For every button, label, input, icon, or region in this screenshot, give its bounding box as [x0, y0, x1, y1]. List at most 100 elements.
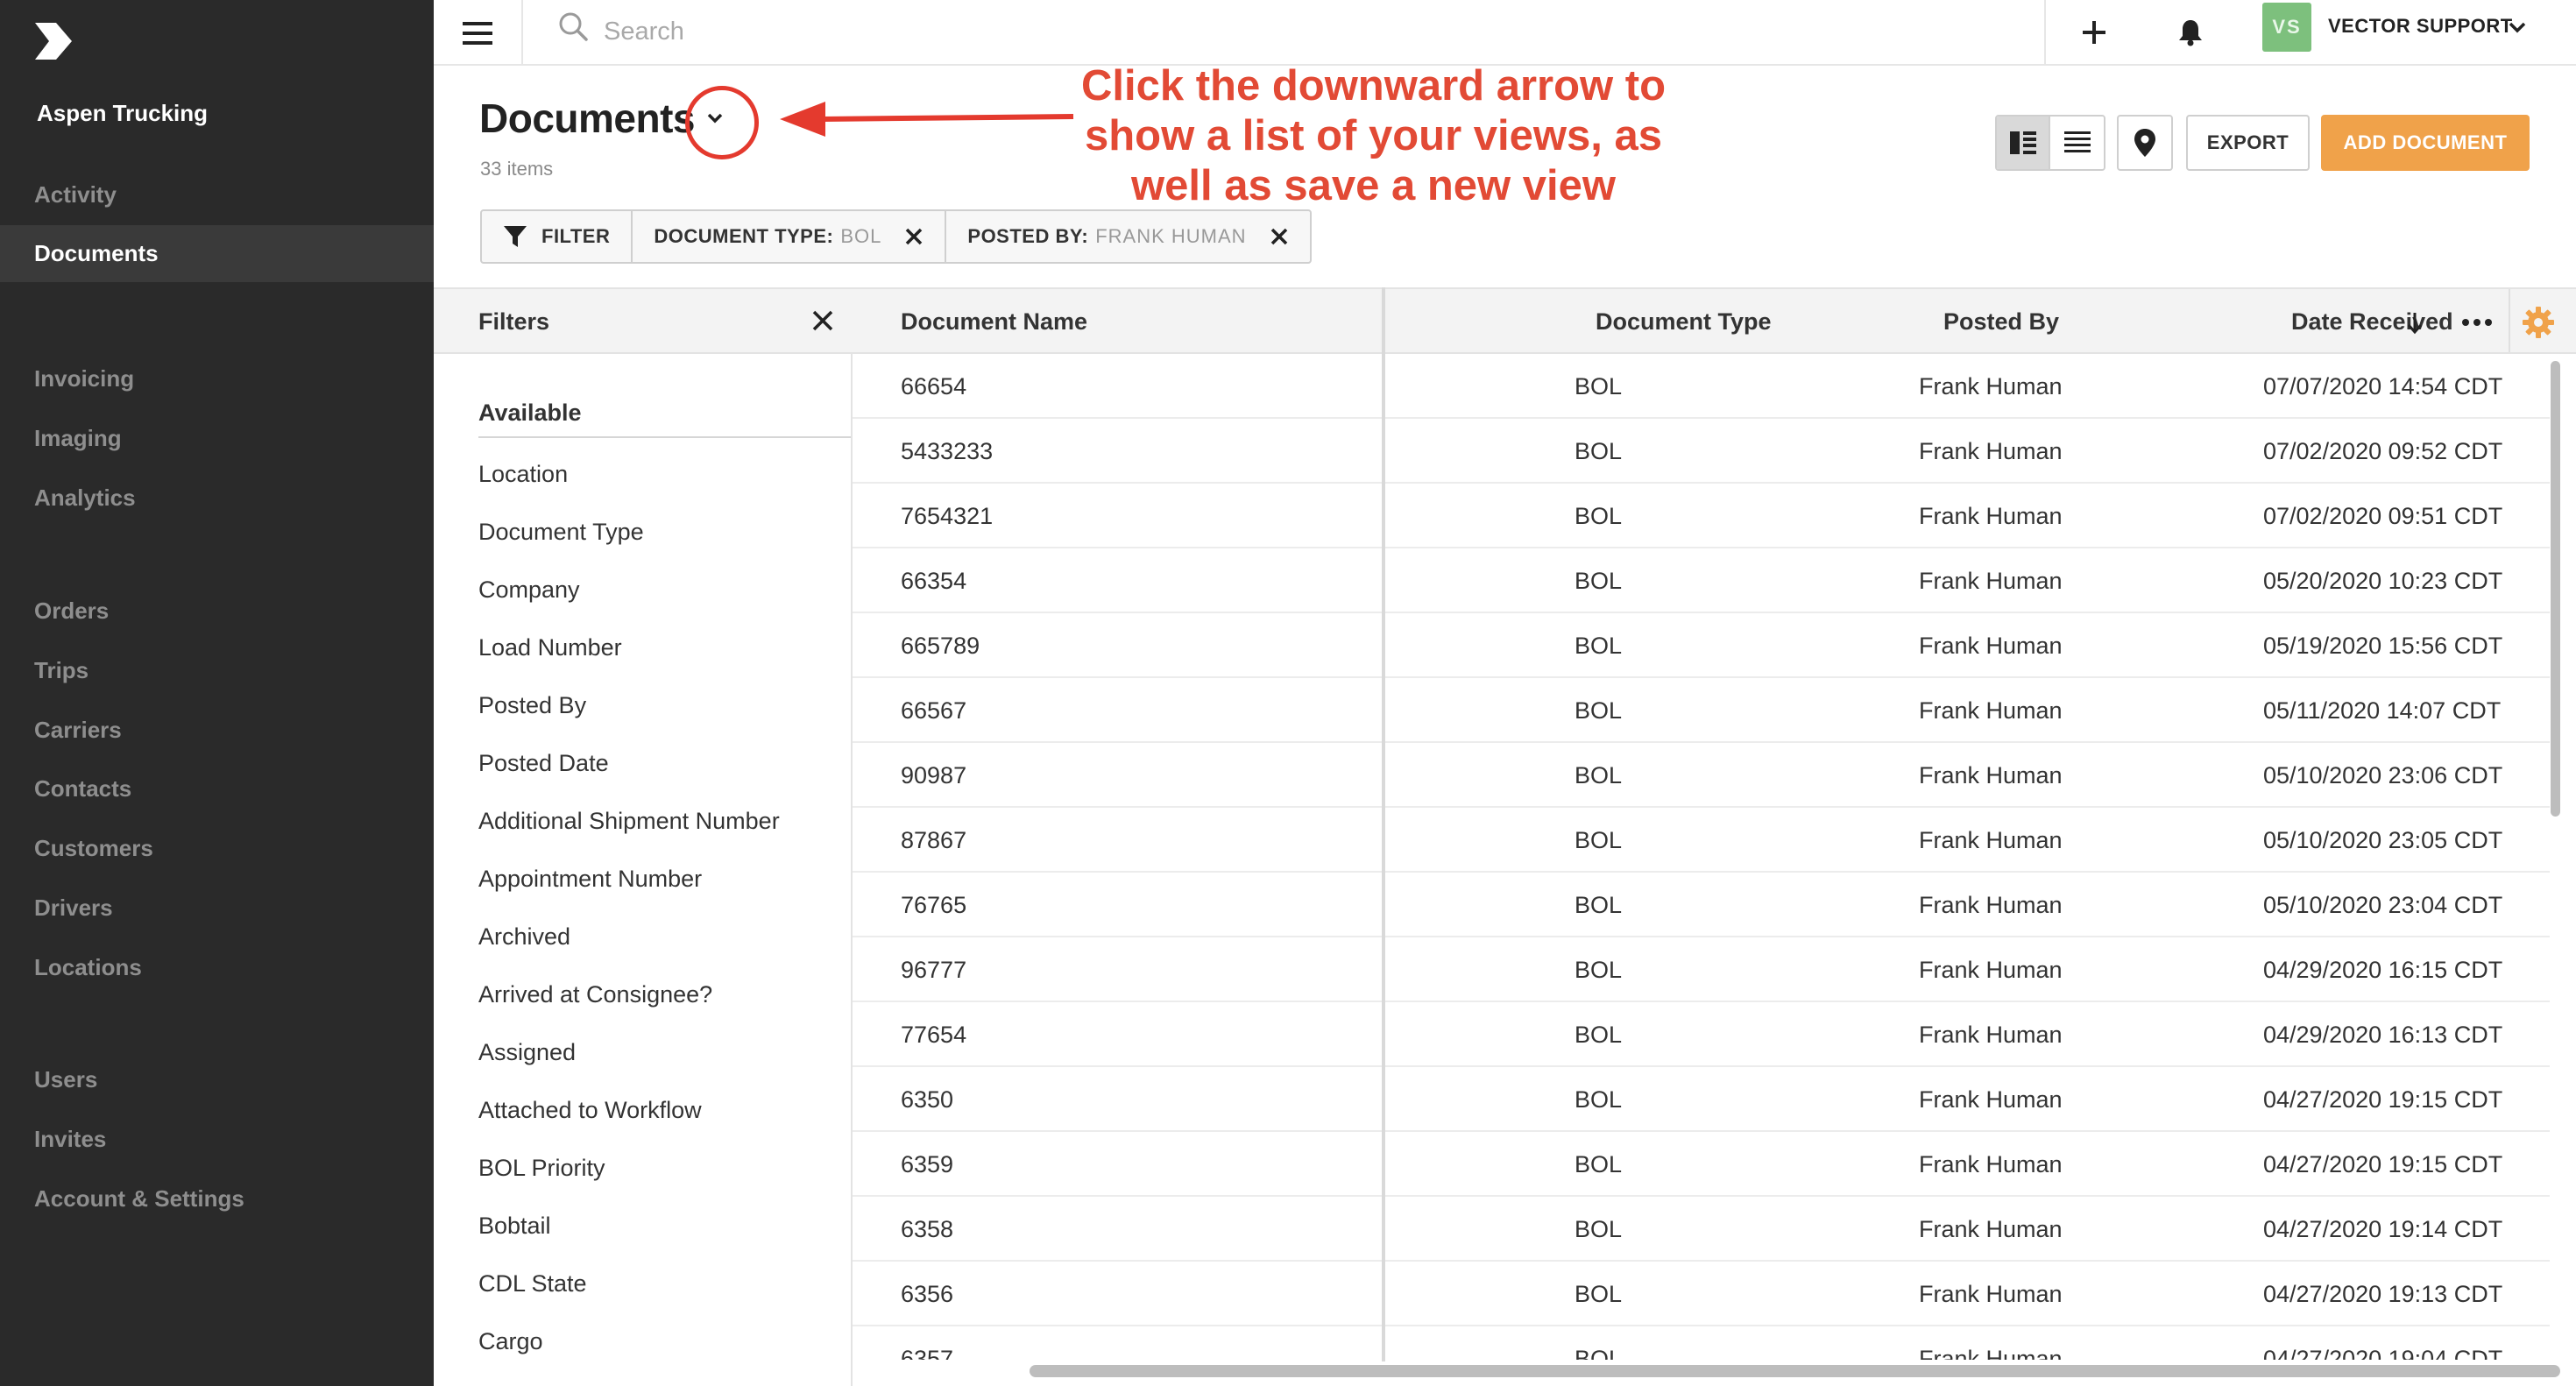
posted-by-cell: Frank Human — [1919, 1086, 2063, 1113]
search-icon — [559, 12, 588, 41]
posted-by-cell: Frank Human — [1919, 503, 2063, 529]
document-type-chip-value: BOL — [840, 225, 882, 247]
export-button[interactable]: EXPORT — [2186, 115, 2310, 171]
filter-toggle-chip[interactable]: FILTER — [482, 211, 633, 262]
close-icon[interactable] — [1270, 227, 1289, 246]
table-row[interactable]: 665789 BOL Frank Human 05/19/2020 15:56 CDT — [853, 613, 2550, 678]
map-view-button[interactable] — [2117, 115, 2173, 171]
menu-button[interactable] — [434, 0, 523, 66]
filter-option[interactable]: Assigned — [478, 1039, 576, 1066]
list-view-button[interactable] — [2050, 117, 2104, 169]
sidebar-item-locations[interactable]: Locations — [0, 939, 434, 996]
sidebar-item-contacts[interactable]: Contacts — [0, 760, 434, 817]
sidebar-item-invites[interactable]: Invites — [0, 1111, 434, 1168]
list-view-icon — [2063, 131, 2091, 152]
date-received-cell: 04/29/2020 16:13 CDT — [2263, 1022, 2503, 1048]
sidebar-item-imaging[interactable]: Imaging — [0, 410, 434, 467]
user-name[interactable]: VECTOR SUPPORT — [2328, 15, 2513, 38]
posted-by-cell: Frank Human — [1919, 1346, 2063, 1360]
filter-option[interactable]: Company — [478, 576, 580, 604]
filter-option[interactable]: Attached to Workflow — [478, 1097, 702, 1124]
filter-option[interactable]: Archived — [478, 923, 570, 951]
column-header-posted-by[interactable]: Posted By — [1943, 308, 2059, 336]
sidebar-item-account-settings[interactable]: Account & Settings — [0, 1170, 434, 1227]
table-row[interactable]: 5433233 BOL Frank Human 07/02/2020 09:52 CD… — [853, 419, 2550, 484]
date-received-cell: 05/10/2020 23:04 CDT — [2263, 892, 2503, 918]
sidebar-item-customers[interactable]: Customers — [0, 820, 434, 877]
plus-icon — [2083, 21, 2105, 44]
table-row[interactable]: 6350 BOL Frank Human 04/27/2020 19:15 CDT — [853, 1067, 2550, 1132]
table-row[interactable]: 66567 BOL Frank Human 05/11/2020 14:07 CDT — [853, 678, 2550, 743]
sort-descending-icon[interactable] — [2405, 310, 2424, 335]
app-logo-icon[interactable] — [33, 21, 74, 61]
table-row[interactable]: 76765 BOL Frank Human 05/10/2020 23:04 CDT — [853, 873, 2550, 937]
column-header-document-type[interactable]: Document Type — [1596, 308, 1772, 336]
gear-icon[interactable] — [2521, 305, 2556, 340]
close-icon[interactable] — [810, 308, 835, 333]
company-name: Aspen Trucking — [37, 100, 209, 126]
document-name-cell: 77654 — [901, 1022, 967, 1048]
filter-option[interactable]: Posted By — [478, 692, 586, 719]
split-view-button[interactable] — [1997, 117, 2050, 169]
filter-option[interactable]: CDL State — [478, 1270, 587, 1298]
filter-option[interactable]: Additional Shipment Number — [478, 808, 780, 835]
document-type-cell: BOL — [1575, 1216, 1623, 1242]
avatar[interactable]: VS — [2262, 3, 2311, 52]
sidebar-item-users[interactable]: Users — [0, 1051, 434, 1108]
table-row[interactable]: 90987 BOL Frank Human 05/10/2020 23:06 CDT — [853, 743, 2550, 808]
filter-option[interactable]: BOL Priority — [478, 1155, 605, 1182]
chevron-down-icon[interactable] — [2506, 16, 2529, 39]
posted-by-chip[interactable]: POSTED BY: FRANK HUMAN — [946, 211, 1309, 262]
table-row[interactable]: 7654321 BOL Frank Human 07/02/2020 09:51 CD… — [853, 484, 2550, 548]
notifications-button[interactable] — [2169, 11, 2212, 54]
search-input[interactable] — [604, 11, 1480, 53]
filter-option[interactable]: Arrived at Consignee? — [478, 981, 712, 1008]
table-row[interactable]: 87867 BOL Frank Human 05/10/2020 23:05 CDT — [853, 808, 2550, 873]
table-row[interactable]: 6358 BOL Frank Human 04/27/2020 19:14 CDT — [853, 1197, 2550, 1262]
horizontal-scrollbar[interactable] — [1030, 1365, 2560, 1377]
document-name-cell: 665789 — [901, 633, 980, 659]
split-view-icon — [2009, 131, 2036, 154]
table-row[interactable]: 6357 BOL Frank Human 04/27/2020 19:04 CDT — [853, 1326, 2550, 1360]
column-header-document-name[interactable]: Document Name — [901, 308, 1087, 336]
sidebar-item-orders[interactable]: Orders — [0, 583, 434, 640]
filter-option[interactable]: Cargo — [478, 1328, 543, 1355]
filter-option[interactable]: Location — [478, 461, 568, 488]
close-icon[interactable] — [904, 227, 924, 246]
sidebar-item-trips[interactable]: Trips — [0, 642, 434, 699]
more-options-icon[interactable] — [2459, 310, 2495, 335]
table-row[interactable]: 66654 BOL Frank Human 07/07/2020 14:54 CDT — [853, 354, 2550, 419]
sidebar-item-documents[interactable]: Documents — [0, 225, 434, 282]
document-name-cell: 76765 — [901, 892, 967, 918]
sidebar-item-carriers[interactable]: Carriers — [0, 702, 434, 759]
vertical-scrollbar[interactable] — [2551, 361, 2560, 817]
pinned-column-divider[interactable] — [1382, 287, 1385, 1361]
table-row[interactable]: 66354 BOL Frank Human 05/20/2020 10:23 CDT — [853, 548, 2550, 613]
document-type-cell: BOL — [1575, 503, 1623, 529]
add-button[interactable] — [2072, 11, 2116, 54]
sidebar-item-analytics[interactable]: Analytics — [0, 470, 434, 527]
document-type-chip[interactable]: DOCUMENT TYPE: BOL — [633, 211, 947, 262]
filter-option[interactable]: Appointment Number — [478, 866, 702, 893]
filter-option[interactable]: Bobtail — [478, 1213, 551, 1240]
filter-option[interactable]: Document Type — [478, 519, 644, 546]
sidebar-item-drivers[interactable]: Drivers — [0, 880, 434, 937]
column-header-date-received[interactable]: Date Received — [2291, 308, 2453, 336]
filter-option[interactable]: Posted Date — [478, 750, 609, 777]
filters-title: Filters — [478, 308, 550, 335]
filter-option[interactable]: Load Number — [478, 634, 622, 661]
table-row[interactable]: 6356 BOL Frank Human 04/27/2020 19:13 CDT — [853, 1262, 2550, 1326]
add-document-button[interactable]: ADD DOCUMENT — [2321, 115, 2530, 171]
date-received-cell: 05/20/2020 10:23 CDT — [2263, 568, 2503, 594]
posted-by-cell: Frank Human — [1919, 1022, 2063, 1048]
bell-icon — [2179, 20, 2202, 46]
sidebar-item-activity[interactable]: Activity — [0, 166, 434, 223]
table-row[interactable]: 6359 BOL Frank Human 04/27/2020 19:15 CDT — [853, 1132, 2550, 1197]
section-divider — [478, 436, 851, 438]
table-row[interactable]: 96777 BOL Frank Human 04/29/2020 16:15 CDT — [853, 937, 2550, 1002]
sidebar-item-invoicing[interactable]: Invoicing — [0, 350, 434, 407]
posted-by-cell: Frank Human — [1919, 827, 2063, 853]
document-name-cell: 96777 — [901, 957, 967, 983]
views-dropdown-chevron-icon[interactable] — [703, 107, 727, 130]
table-row[interactable]: 77654 BOL Frank Human 04/29/2020 16:13 CDT — [853, 1002, 2550, 1067]
